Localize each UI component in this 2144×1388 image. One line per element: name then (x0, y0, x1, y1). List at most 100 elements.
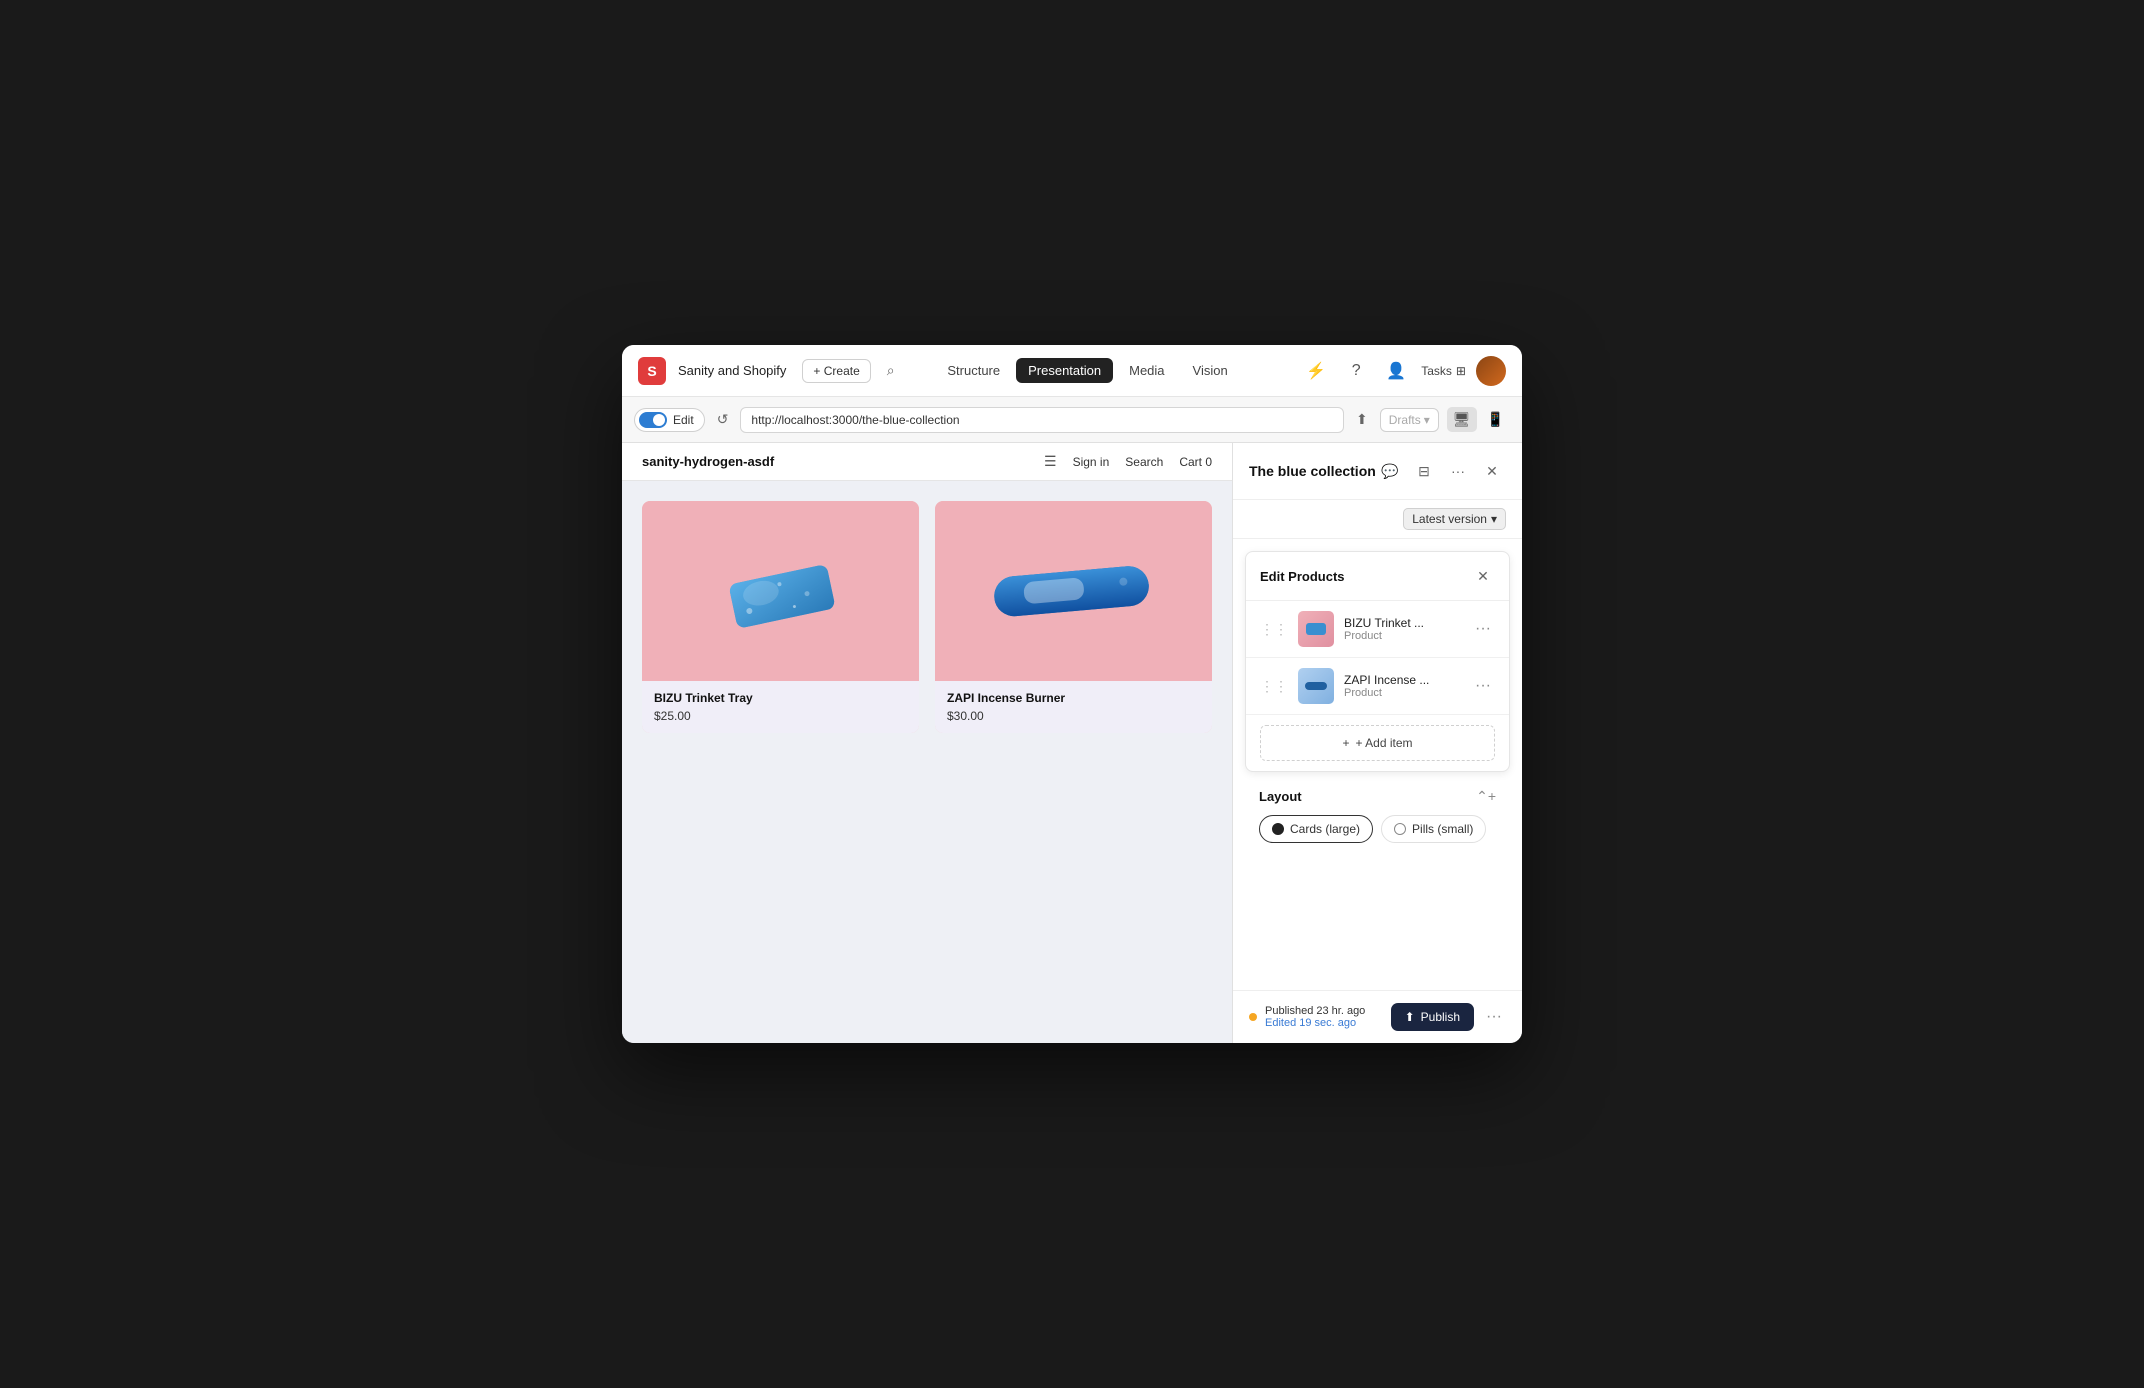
comment-icon[interactable]: 💬 (1376, 457, 1404, 485)
top-nav: Structure Presentation Media Vision (935, 358, 1239, 383)
edit-products-card: Edit Products ✕ ⋮⋮ BIZU Trinket ... Prod… (1245, 551, 1510, 772)
layout-option-pills[interactable]: Pills (small) (1381, 815, 1486, 843)
layout-options: Cards (large) Pills (small) (1259, 815, 1496, 843)
layout-section: Layout ⌃+ Cards (large) Pills (small) (1245, 776, 1510, 855)
product-item-name-bizu: BIZU Trinket ... (1344, 616, 1461, 630)
drag-handle-bizu[interactable]: ⋮⋮ (1260, 621, 1288, 638)
product-list-item-zapi[interactable]: ⋮⋮ ZAPI Incense ... Product ··· (1246, 658, 1509, 715)
layout-title: Layout (1259, 789, 1302, 804)
lightning-icon[interactable]: ⚡ (1301, 356, 1331, 386)
product-info-zapi: ZAPI Incense Burner $30.00 (935, 681, 1212, 733)
nav-item-media[interactable]: Media (1117, 358, 1176, 383)
publish-icon: ⬆ (1405, 1010, 1415, 1024)
panel-header-icons: 💬 ⊟ ··· ✕ (1376, 457, 1506, 485)
edit-products-title: Edit Products (1260, 569, 1345, 584)
edit-label: Edit (673, 413, 694, 427)
thumb-mini-burner (1305, 682, 1327, 690)
panel-content: Edit Products ✕ ⋮⋮ BIZU Trinket ... Prod… (1233, 539, 1522, 990)
browser-bar: Edit ↺ http://localhost:3000/the-blue-co… (622, 397, 1522, 443)
edit-card-header: Edit Products ✕ (1246, 552, 1509, 601)
edit-toggle[interactable]: Edit (634, 408, 705, 432)
toggle-switch (639, 412, 667, 428)
add-item-label: + Add item (1355, 736, 1412, 750)
tasks-button[interactable]: Tasks ⊞ (1421, 364, 1466, 378)
product-image-zapi (935, 501, 1212, 681)
burner-svg (992, 559, 1156, 623)
preview-nav: ☰ Sign in Search Cart 0 (1044, 453, 1212, 470)
product-info-bizu: BIZU Trinket Tray $25.00 (642, 681, 919, 733)
app-name: Sanity and Shopify (678, 363, 786, 378)
product-price-bizu: $25.00 (654, 709, 907, 723)
add-item-button[interactable]: + + Add item (1260, 725, 1495, 761)
search-link[interactable]: Search (1125, 455, 1163, 469)
site-name: sanity-hydrogen-asdf (642, 454, 774, 469)
status-dot (1249, 1013, 1257, 1021)
edit-card-close-icon[interactable]: ✕ (1471, 564, 1495, 588)
product-item-info-zapi: ZAPI Incense ... Product (1344, 673, 1461, 699)
version-button[interactable]: Latest version ▾ (1403, 508, 1506, 530)
product-item-name-zapi: ZAPI Incense ... (1344, 673, 1461, 687)
create-button[interactable]: + Create (802, 359, 870, 383)
product-thumb-zapi (1298, 668, 1334, 704)
product-thumb-bizu (1298, 611, 1334, 647)
sign-in-link[interactable]: Sign in (1073, 455, 1110, 469)
cart-link[interactable]: Cart 0 (1179, 455, 1212, 469)
layout-pills-label: Pills (small) (1412, 822, 1473, 836)
user-avatar[interactable] (1476, 356, 1506, 386)
layout-cards-label: Cards (large) (1290, 822, 1360, 836)
right-panel: The blue collection 💬 ⊟ ··· ✕ Latest ver… (1232, 443, 1522, 1043)
edited-text[interactable]: Edited 19 sec. ago (1265, 1017, 1383, 1029)
share-icon[interactable]: ⬆ (1352, 407, 1372, 432)
app-window: S Sanity and Shopify + Create ⌕ Structur… (622, 345, 1522, 1043)
desktop-view-icon[interactable]: 🖥 (1447, 407, 1477, 432)
users-icon[interactable]: 👤 (1381, 356, 1411, 386)
view-icons: 🖥 📱 (1447, 407, 1510, 432)
panel-title: The blue collection (1249, 463, 1376, 479)
panel-more-icon[interactable]: ··· (1444, 457, 1472, 485)
refresh-icon[interactable]: ↺ (713, 407, 733, 432)
panel-close-icon[interactable]: ✕ (1478, 457, 1506, 485)
help-icon[interactable]: ? (1341, 356, 1371, 386)
preview-pane: sanity-hydrogen-asdf ☰ Sign in Search Ca… (622, 443, 1232, 1043)
thumb-mini-trinket (1306, 623, 1326, 635)
product-card-zapi[interactable]: ZAPI Incense Burner $30.00 (935, 501, 1212, 733)
published-text: Published 23 hr. ago (1265, 1005, 1383, 1017)
footer-more-button[interactable]: ··· (1482, 1004, 1506, 1030)
hamburger-icon[interactable]: ☰ (1044, 453, 1057, 470)
trinket-svg (720, 548, 841, 634)
product-name-zapi: ZAPI Incense Burner (947, 691, 1200, 705)
radio-pills (1394, 823, 1406, 835)
product-item-info-bizu: BIZU Trinket ... Product (1344, 616, 1461, 642)
panel-footer: Published 23 hr. ago Edited 19 sec. ago … (1233, 990, 1522, 1043)
layout-add-icon[interactable]: ⌃+ (1476, 788, 1496, 805)
item-more-zapi[interactable]: ··· (1471, 673, 1495, 699)
product-price-zapi: $30.00 (947, 709, 1200, 723)
drafts-button[interactable]: Drafts ▾ (1380, 408, 1439, 432)
product-name-bizu: BIZU Trinket Tray (654, 691, 907, 705)
global-search-icon[interactable]: ⌕ (883, 358, 899, 383)
panel-header: The blue collection 💬 ⊟ ··· ✕ (1233, 443, 1522, 500)
item-more-bizu[interactable]: ··· (1471, 616, 1495, 642)
topbar: S Sanity and Shopify + Create ⌕ Structur… (622, 345, 1522, 397)
products-grid: BIZU Trinket Tray $25.00 (622, 481, 1232, 753)
publish-button[interactable]: ⬆ Publish (1391, 1003, 1474, 1031)
product-image-bizu (642, 501, 919, 681)
main-area: sanity-hydrogen-asdf ☰ Sign in Search Ca… (622, 443, 1522, 1043)
split-view-icon[interactable]: ⊟ (1410, 457, 1438, 485)
nav-item-structure[interactable]: Structure (935, 358, 1012, 383)
layout-section-header: Layout ⌃+ (1259, 788, 1496, 805)
product-item-type-zapi: Product (1344, 687, 1461, 699)
drag-handle-zapi[interactable]: ⋮⋮ (1260, 678, 1288, 695)
nav-item-vision[interactable]: Vision (1181, 358, 1240, 383)
product-item-type-bizu: Product (1344, 630, 1461, 642)
publish-label: Publish (1421, 1010, 1460, 1024)
product-card-bizu[interactable]: BIZU Trinket Tray $25.00 (642, 501, 919, 733)
topbar-right: ⚡ ? 👤 Tasks ⊞ (1301, 356, 1506, 386)
product-list-item-bizu[interactable]: ⋮⋮ BIZU Trinket ... Product ··· (1246, 601, 1509, 658)
mobile-view-icon[interactable]: 📱 (1481, 407, 1510, 432)
layout-option-cards[interactable]: Cards (large) (1259, 815, 1373, 843)
app-logo: S (638, 357, 666, 385)
version-bar: Latest version ▾ (1233, 500, 1522, 539)
nav-item-presentation[interactable]: Presentation (1016, 358, 1113, 383)
url-bar[interactable]: http://localhost:3000/the-blue-collectio… (740, 407, 1344, 433)
